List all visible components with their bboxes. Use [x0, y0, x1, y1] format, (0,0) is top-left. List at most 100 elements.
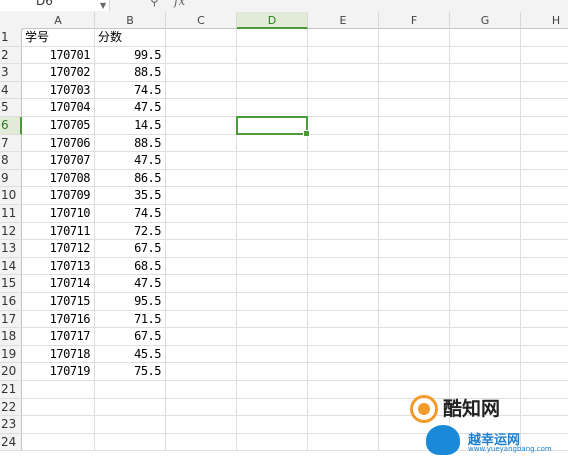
cell-f8[interactable]: [379, 152, 450, 170]
cell-b19[interactable]: 45.5: [95, 345, 166, 364]
column-header-h[interactable]: H: [521, 12, 568, 29]
cell-d21[interactable]: [237, 381, 308, 399]
cell-b7[interactable]: 88.5: [95, 134, 166, 153]
cell-f6[interactable]: [379, 117, 450, 135]
cell-a14[interactable]: 170713: [22, 257, 95, 276]
cell-h21[interactable]: [521, 381, 568, 399]
cell-h16[interactable]: [521, 293, 568, 311]
cell-f9[interactable]: [379, 169, 450, 188]
cell-e16[interactable]: [308, 293, 379, 311]
cell-d14[interactable]: [237, 257, 308, 276]
cell-g2[interactable]: [450, 46, 521, 65]
cell-h12[interactable]: [521, 223, 568, 241]
column-header-d[interactable]: D: [237, 12, 308, 29]
cell-d15[interactable]: [237, 275, 308, 293]
cell-f20[interactable]: [379, 363, 450, 381]
cell-c6[interactable]: [166, 117, 237, 135]
cell-d1[interactable]: [237, 29, 308, 47]
cell-g5[interactable]: [450, 99, 521, 117]
cell-f7[interactable]: [379, 134, 450, 153]
cell-e14[interactable]: [308, 257, 379, 276]
cell-f12[interactable]: [379, 222, 450, 241]
cell-h2[interactable]: [521, 47, 568, 65]
cell-a7[interactable]: 170706: [22, 134, 95, 153]
row-header-12[interactable]: 12: [0, 222, 22, 241]
cell-h3[interactable]: [521, 64, 568, 82]
cell-h18[interactable]: [521, 328, 568, 346]
cell-h8[interactable]: [521, 152, 568, 170]
cell-b18[interactable]: 67.5: [95, 328, 166, 346]
row-header-3[interactable]: 3: [0, 64, 22, 82]
row-header-14[interactable]: 14: [0, 257, 22, 276]
column-header-e[interactable]: E: [308, 12, 379, 29]
cell-c13[interactable]: [166, 240, 237, 258]
cell-d24[interactable]: [237, 433, 308, 452]
cell-a23[interactable]: [22, 416, 95, 434]
cell-b13[interactable]: 67.5: [95, 240, 166, 258]
cell-g12[interactable]: [450, 222, 521, 241]
cell-f2[interactable]: [379, 46, 450, 65]
cell-c10[interactable]: [166, 187, 237, 205]
cell-f1[interactable]: [379, 29, 450, 47]
row-header-22[interactable]: 22: [0, 398, 22, 417]
cell-c8[interactable]: [166, 152, 237, 170]
row-header-9[interactable]: 9: [0, 169, 22, 188]
cell-h1[interactable]: [521, 29, 568, 47]
cell-c4[interactable]: [166, 81, 237, 100]
cell-e20[interactable]: [308, 363, 379, 381]
cell-f4[interactable]: [379, 81, 450, 100]
cell-e12[interactable]: [308, 222, 379, 241]
cell-e7[interactable]: [308, 134, 379, 153]
cell-d17[interactable]: [237, 310, 308, 329]
cell-e10[interactable]: [308, 187, 379, 205]
cell-a3[interactable]: 170702: [22, 64, 95, 82]
cell-d19[interactable]: [237, 345, 308, 364]
cell-c5[interactable]: [166, 99, 237, 117]
cell-g17[interactable]: [450, 310, 521, 329]
cell-h19[interactable]: [521, 346, 568, 364]
cell-a24[interactable]: [22, 433, 95, 452]
row-header-23[interactable]: 23: [0, 416, 22, 434]
cell-b22[interactable]: [95, 398, 166, 417]
cell-g4[interactable]: [450, 81, 521, 100]
cell-h10[interactable]: [521, 187, 568, 205]
cell-c7[interactable]: [166, 134, 237, 153]
cell-a17[interactable]: 170716: [22, 310, 95, 329]
cell-e24[interactable]: [308, 433, 379, 452]
cell-b10[interactable]: 35.5: [95, 187, 166, 205]
cell-f3[interactable]: [379, 64, 450, 82]
row-header-2[interactable]: 2: [0, 46, 22, 65]
cell-a10[interactable]: 170709: [22, 187, 95, 205]
cell-h4[interactable]: [521, 82, 568, 100]
cell-h9[interactable]: [521, 170, 568, 188]
cell-f13[interactable]: [379, 240, 450, 258]
cell-a4[interactable]: 170703: [22, 81, 95, 100]
cell-g9[interactable]: [450, 169, 521, 188]
cell-c18[interactable]: [166, 328, 237, 346]
cell-e4[interactable]: [308, 81, 379, 100]
cell-f21[interactable]: [379, 381, 450, 399]
cell-a20[interactable]: 170719: [22, 363, 95, 381]
cell-d13[interactable]: [237, 240, 308, 258]
cell-f14[interactable]: [379, 257, 450, 276]
cell-b1[interactable]: 分数: [95, 29, 166, 47]
cell-c9[interactable]: [166, 169, 237, 188]
cell-g20[interactable]: [450, 363, 521, 381]
cell-f5[interactable]: [379, 99, 450, 117]
cell-g14[interactable]: [450, 257, 521, 276]
cell-d12[interactable]: [237, 222, 308, 241]
cell-e17[interactable]: [308, 310, 379, 329]
cell-f19[interactable]: [379, 345, 450, 364]
cell-d6[interactable]: [237, 117, 308, 135]
cell-a19[interactable]: 170718: [22, 345, 95, 364]
cell-d9[interactable]: [237, 169, 308, 188]
cell-f16[interactable]: [379, 293, 450, 311]
cell-h23[interactable]: [521, 416, 568, 434]
column-header-g[interactable]: G: [450, 12, 521, 29]
cell-b20[interactable]: 75.5: [95, 363, 166, 381]
row-header-11[interactable]: 11: [0, 205, 22, 223]
fx-icon[interactable]: fx: [174, 0, 185, 11]
cell-e8[interactable]: [308, 152, 379, 170]
cell-g1[interactable]: [450, 29, 521, 47]
cell-d5[interactable]: [237, 99, 308, 117]
